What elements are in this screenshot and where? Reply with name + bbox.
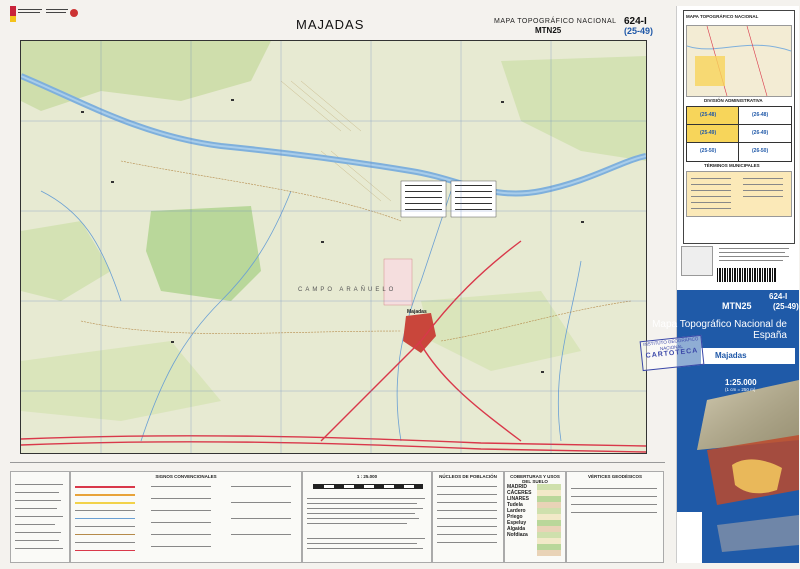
- grid-cell: (26-50): [752, 148, 769, 154]
- terminos-label: TÉRMINOS MUNICIPALES: [704, 163, 760, 168]
- majadas-label: Majadas: [407, 309, 427, 315]
- barcode: [717, 268, 777, 282]
- division-label: DIVISIÓN ADMINISTRATIVA: [704, 98, 763, 103]
- location-map: [686, 25, 792, 97]
- ministry-logo: [10, 6, 80, 24]
- scale-title: 1 : 25.000: [356, 474, 378, 479]
- cover-scale-note: (1 cm = 250 m): [725, 387, 756, 392]
- cover-top-title: MAPA TOPOGRÁFICO NACIONAL: [686, 14, 759, 19]
- municipal-list: [686, 171, 792, 217]
- cover-panel: MAPA TOPOGRÁFICO NACIONAL DIVISIÓN ADMIN…: [652, 6, 799, 563]
- campo-arañuelo-label: CAMPO ARAÑUELO: [298, 287, 397, 293]
- series-label: MAPA TOPOGRÁFICO NACIONAL: [494, 18, 617, 25]
- vertices-title: VÉRTICES GEODÉSICOS: [587, 474, 642, 479]
- grid-cell: (26-49): [752, 130, 769, 136]
- sheet-grid: (25-49): [624, 26, 654, 36]
- publisher-info: [715, 246, 795, 268]
- grid-cell: (25-49): [700, 130, 717, 136]
- sheet-title: MAJADAS: [296, 17, 365, 32]
- series-code: MTN25: [535, 26, 562, 35]
- signos-title: SIGNOS CONVENCIONALES: [155, 474, 217, 479]
- cover-sheet-grid: (25-49): [773, 302, 799, 311]
- index-box: MAPA TOPOGRÁFICO NACIONAL DIVISIÓN ADMIN…: [683, 10, 795, 244]
- nucleos-title: NÚCLEOS DE POBLACIÓN: [439, 474, 497, 479]
- cover-sheet-name: Majadas: [715, 351, 747, 360]
- coberturas-title: COBERTURAS Y USOS DEL SUELO: [510, 474, 560, 484]
- cover-scale: 1:25.000: [725, 378, 757, 387]
- city-sample: Nofdiaza: [507, 532, 528, 538]
- grid-cell: (26-48): [752, 112, 769, 118]
- cover-sheet-number: 624-I: [769, 292, 788, 301]
- legend-nucleos: NÚCLEOS DE POBLACIÓN: [432, 471, 504, 563]
- grid-cell: (25-48): [700, 112, 717, 118]
- grid-cell: (25-50): [700, 148, 717, 154]
- legend-coberturas: COBERTURAS Y USOS DEL SUELO MADRID CÁCER…: [504, 471, 566, 563]
- sheet-grid-index: (25-48) (26-48) (25-49) (26-49) (25-50) …: [686, 106, 792, 162]
- legend-index: [10, 471, 70, 563]
- topographic-map[interactable]: CAMPO ARAÑUELO Majadas: [20, 40, 647, 454]
- stamp-line: CARTOTECA: [645, 347, 699, 360]
- legend-vertices: VÉRTICES GEODÉSICOS: [566, 471, 664, 563]
- map-legend: SIGNOS CONVENCIONALES 1 : 25.000 NÚCLEOS…: [10, 462, 665, 565]
- legend-signos: SIGNOS CONVENCIONALES: [70, 471, 302, 563]
- map-canvas: [21, 41, 646, 453]
- legend-scale: 1 : 25.000: [302, 471, 432, 563]
- ign-logo: [681, 246, 713, 276]
- cover-series-code: MTN25: [722, 301, 752, 311]
